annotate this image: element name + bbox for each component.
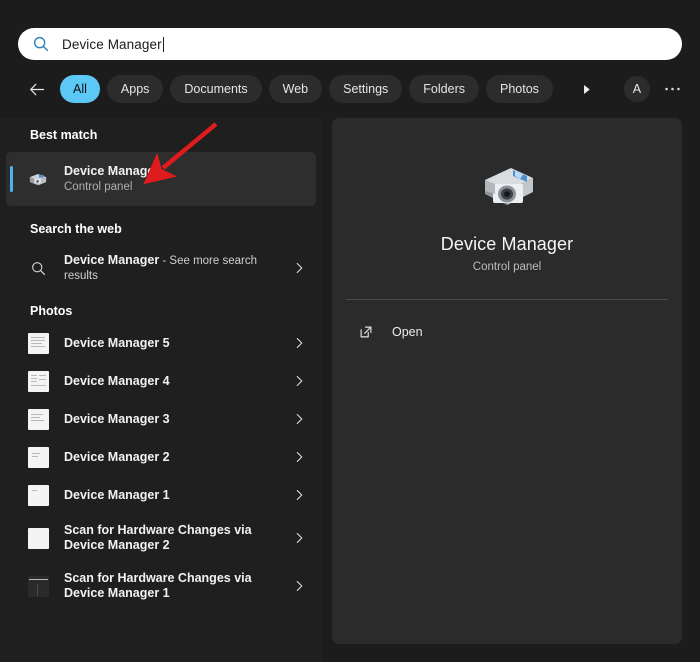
chevron-right-icon[interactable] (288, 413, 310, 425)
list-item-label: Device Manager 4 (64, 374, 170, 388)
list-item-photo-1[interactable]: Device Manager 1 (6, 476, 316, 514)
tab-web[interactable]: Web (269, 75, 322, 103)
ellipsis-icon[interactable] (660, 76, 686, 102)
list-item-label: Device Manager 2 (64, 450, 170, 464)
list-item-scan-hardware-1[interactable]: Scan for Hardware Changes via Device Man… (6, 562, 316, 610)
chevron-right-icon[interactable] (288, 337, 310, 349)
external-link-icon (356, 324, 376, 340)
photo-thumbnail (24, 528, 52, 549)
tab-folders[interactable]: Folders (409, 75, 479, 103)
photo-thumbnail (24, 409, 52, 430)
chevron-right-icon[interactable] (288, 489, 310, 501)
web-result-line2: results (64, 269, 288, 284)
photo-thumbnail (24, 485, 52, 506)
web-result-suffix: - See more search (159, 255, 257, 267)
search-icon (32, 35, 50, 53)
list-item-label: Device Manager 5 (64, 336, 170, 350)
copilot-icon[interactable] (696, 75, 700, 103)
photo-thumbnail (24, 447, 52, 468)
result-web-search[interactable]: Device Manager - See more search results (6, 244, 316, 292)
photo-thumbnail (24, 576, 52, 597)
search-icon (24, 260, 52, 277)
device-manager-icon (24, 169, 52, 189)
photo-thumbnail (24, 333, 52, 354)
selection-indicator (10, 166, 13, 192)
chevron-right-icon[interactable] (288, 262, 310, 274)
open-button-label: Open (392, 325, 423, 339)
tab-documents[interactable]: Documents (170, 75, 261, 103)
back-button[interactable] (24, 76, 50, 102)
filter-bar: All Apps Documents Web Settings Folders … (24, 73, 684, 105)
list-item-label-line2: Device Manager 1 (64, 586, 288, 601)
search-input[interactable]: Device Manager (18, 28, 682, 60)
list-item-label-line1: Scan for Hardware Changes via (64, 523, 288, 538)
account-avatar[interactable]: A (624, 76, 650, 102)
search-query-text: Device Manager (62, 37, 162, 52)
result-best-match-device-manager[interactable]: Device Manager Control panel (6, 152, 316, 206)
tab-apps[interactable]: Apps (107, 75, 164, 103)
more-filters-button[interactable] (574, 76, 600, 102)
search-overlay: Device Manager All Apps Documents Web Se… (0, 0, 700, 662)
preview-title: Device Manager (332, 234, 682, 255)
list-item-label-line2: Device Manager 2 (64, 538, 288, 553)
result-subtitle: Control panel (64, 180, 316, 195)
tab-all[interactable]: All (60, 75, 100, 103)
list-item-photo-5[interactable]: Device Manager 5 (6, 324, 316, 362)
chevron-right-icon[interactable] (288, 451, 310, 463)
list-item-scan-hardware-2[interactable]: Scan for Hardware Changes via Device Man… (6, 514, 316, 562)
divider (346, 299, 668, 300)
photos-header: Photos (0, 304, 322, 318)
list-item-label: Device Manager 3 (64, 412, 170, 426)
chevron-right-icon[interactable] (288, 580, 310, 592)
result-text: Device Manager Control panel (64, 164, 316, 195)
chevron-right-icon[interactable] (288, 532, 310, 544)
result-title: Device Manager (64, 164, 316, 179)
result-text: Device Manager - See more search results (64, 252, 288, 284)
list-item-photo-3[interactable]: Device Manager 3 (6, 400, 316, 438)
chevron-right-icon[interactable] (288, 375, 310, 387)
list-item-photo-2[interactable]: Device Manager 2 (6, 438, 316, 476)
best-match-header: Best match (0, 128, 322, 142)
tab-photos[interactable]: Photos (486, 75, 553, 103)
device-manager-icon (471, 158, 543, 220)
text-caret (163, 37, 164, 52)
open-button[interactable]: Open (340, 312, 674, 352)
results-list: Best match Device Manager Control panel … (0, 118, 322, 662)
web-result-term: Device Manager (64, 253, 159, 267)
web-search-header: Search the web (0, 222, 322, 236)
tab-settings[interactable]: Settings (329, 75, 402, 103)
list-item-photo-4[interactable]: Device Manager 4 (6, 362, 316, 400)
list-item-label: Device Manager 1 (64, 488, 170, 502)
photo-thumbnail (24, 371, 52, 392)
list-item-label-line1: Scan for Hardware Changes via (64, 571, 288, 586)
preview-panel: Device Manager Control panel Open (332, 118, 682, 644)
preview-subtitle: Control panel (332, 261, 682, 273)
